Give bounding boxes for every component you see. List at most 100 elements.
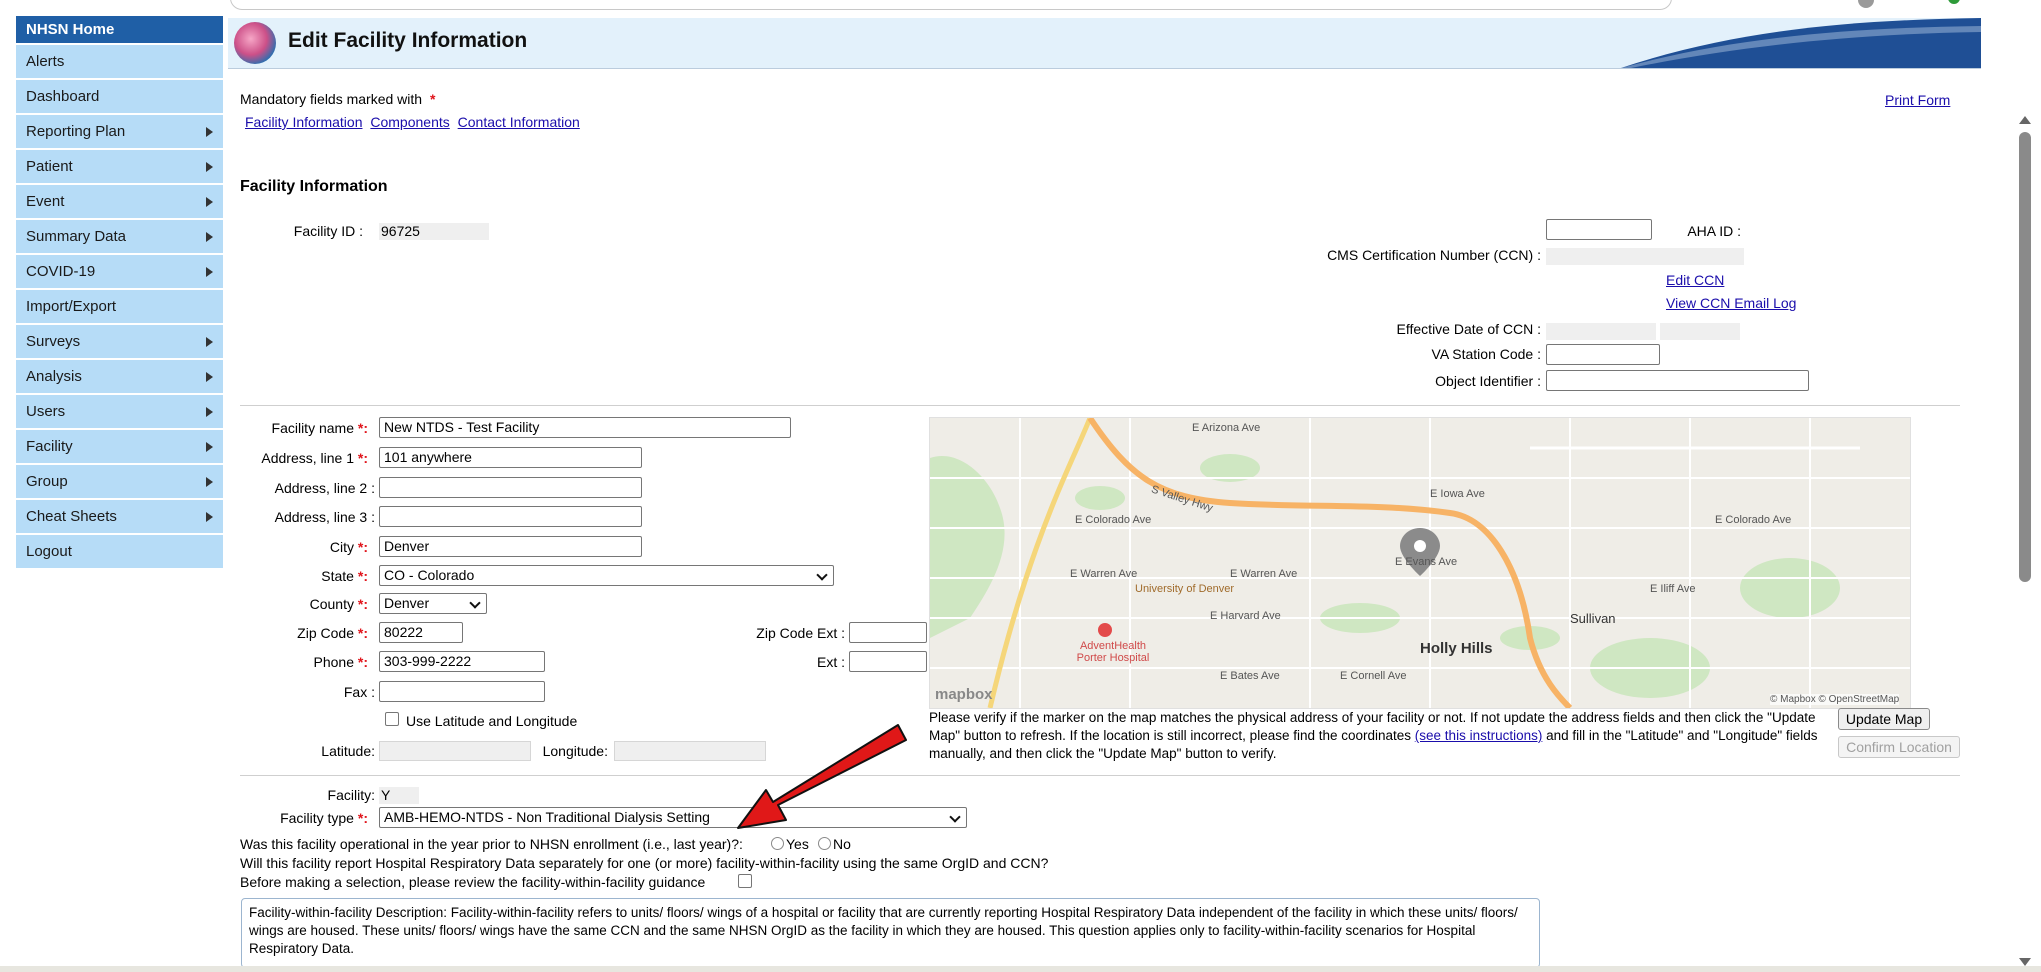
va-station-input[interactable]	[1546, 344, 1660, 365]
sidebar-item-alerts[interactable]: Alerts	[16, 45, 223, 78]
link-contact-information[interactable]: Contact Information	[458, 114, 580, 130]
map-label-sullivan: Sullivan	[1570, 611, 1616, 626]
sidebar-item-label: Patient	[26, 158, 73, 175]
ccn-value	[1546, 248, 1744, 265]
chevron-right-icon	[206, 512, 213, 522]
section-title: Facility Information	[240, 178, 388, 195]
facility-name-label: Facility name *:	[271, 420, 368, 436]
sidebar-item-surveys[interactable]: Surveys	[16, 325, 223, 358]
effective-date-value-1	[1546, 323, 1656, 340]
sidebar-item-label: Import/Export	[26, 298, 117, 315]
phone-label: Phone *:	[313, 654, 369, 670]
scroll-up-icon[interactable]	[2019, 116, 2031, 124]
va-station-label: VA Station Code :	[1431, 346, 1541, 362]
confirm-location-button[interactable]: Confirm Location	[1838, 736, 1960, 758]
sidebar-item-label: Cheat Sheets	[26, 508, 117, 525]
facility-id-label: Facility ID :	[293, 223, 363, 239]
object-identifier-input[interactable]	[1546, 370, 1809, 391]
link-components[interactable]: Components	[370, 114, 449, 130]
ccn-label: CMS Certification Number (CCN) :	[1327, 247, 1541, 263]
chevron-right-icon	[206, 372, 213, 382]
fax-input[interactable]	[379, 681, 545, 702]
sidebar-item-import-export[interactable]: Import/Export	[16, 290, 223, 323]
map-label-warren-ave-2: E Warren Ave	[1230, 568, 1298, 580]
page-scrollbar[interactable]	[2016, 110, 2034, 968]
chevron-right-icon	[206, 337, 213, 347]
profile-icon[interactable]	[1858, 0, 1874, 8]
update-map-button[interactable]: Update Map	[1838, 708, 1930, 730]
facility-value: Y	[379, 787, 419, 804]
zip-code-input[interactable]: 80222	[379, 622, 463, 643]
phone-ext-input[interactable]	[849, 651, 927, 672]
sidebar-item-reporting-plan[interactable]: Reporting Plan	[16, 115, 223, 148]
phone-input[interactable]: 303-999-2222	[379, 651, 545, 672]
view-ccn-email-log-link[interactable]: View CCN Email Log	[1666, 295, 1796, 311]
sidebar-item-facility[interactable]: Facility	[16, 430, 223, 463]
scrollbar-thumb[interactable]	[2019, 132, 2031, 582]
use-lat-long-checkbox[interactable]	[385, 712, 399, 726]
guidance-text: Before making a selection, please review…	[240, 874, 706, 890]
chevron-right-icon	[206, 267, 213, 277]
sidebar-item-label: Users	[26, 403, 66, 420]
sidebar-item-nhsn-home[interactable]: NHSN Home	[16, 16, 223, 43]
operational-question: Was this facility operational in the yea…	[240, 836, 743, 852]
zip-code-ext-input[interactable]	[849, 622, 927, 643]
sidebar-item-users[interactable]: Users	[16, 395, 223, 428]
fax-label: Fax :	[343, 684, 375, 700]
sidebar-item-summary-data[interactable]: Summary Data	[16, 220, 223, 253]
address-line1-input[interactable]: 101 anywhere	[379, 447, 642, 468]
address-line2-input[interactable]	[379, 477, 642, 498]
red-arrow-annotation	[737, 724, 907, 829]
latitude-input[interactable]	[379, 741, 531, 761]
map-label-arizona: E Arizona Ave	[1192, 422, 1261, 434]
see-instructions-link[interactable]: (see this instructions)	[1415, 728, 1543, 743]
sidebar-item-cheat-sheets[interactable]: Cheat Sheets	[16, 500, 223, 533]
sidebar-item-logout[interactable]: Logout	[16, 535, 223, 568]
link-facility-information[interactable]: Facility Information	[245, 114, 362, 130]
edit-ccn-link[interactable]: Edit CCN	[1666, 272, 1724, 288]
map-label-colorado-ave: E Colorado Ave	[1075, 514, 1152, 526]
map-label-adventhealth: AdventHealth Porter Hospital	[1076, 640, 1150, 664]
required-star: *	[429, 91, 436, 107]
effective-date-label: Effective Date of CCN :	[1396, 321, 1541, 337]
map-label-warren-ave: E Warren Ave	[1070, 568, 1138, 580]
extension-icon[interactable]	[1948, 0, 1960, 4]
city-label: City *:	[329, 539, 368, 555]
sidebar-item-group[interactable]: Group	[16, 465, 223, 498]
nhsn-logo-icon	[234, 22, 276, 64]
divider	[240, 405, 1960, 406]
mapbox-logo: mapbox	[935, 686, 993, 703]
scroll-down-icon[interactable]	[2019, 958, 2031, 966]
print-form-link[interactable]: Print Form	[1885, 92, 1950, 108]
sidebar-item-covid-19[interactable]: COVID-19	[16, 255, 223, 288]
sidebar-item-label: Event	[26, 193, 65, 210]
longitude-label: Longitude:	[542, 743, 608, 759]
sidebar-item-label: Facility	[26, 438, 73, 455]
sidebar-item-event[interactable]: Event	[16, 185, 223, 218]
sidebar-item-label: Group	[26, 473, 68, 490]
sidebar-item-label: Surveys	[26, 333, 81, 350]
sidebar-item-label: Summary Data	[26, 228, 127, 245]
location-map[interactable]: E Arizona Ave E Iowa Ave S Valley Hwy E …	[929, 417, 1911, 709]
sidebar-item-label: Dashboard	[26, 88, 100, 105]
chevron-right-icon	[206, 442, 213, 452]
facility-id-value: 96725	[379, 223, 489, 240]
address-bar[interactable]	[230, 0, 1672, 10]
sidebar-item-dashboard[interactable]: Dashboard	[16, 80, 223, 113]
divider-2	[240, 775, 1960, 776]
address-line1-label: Address, line 1 *:	[261, 450, 368, 466]
city-input[interactable]: Denver	[379, 536, 642, 557]
sidebar-item-label: NHSN Home	[26, 21, 115, 38]
facility-name-input[interactable]: New NTDS - Test Facility	[379, 417, 791, 438]
object-identifier-label: Object Identifier :	[1435, 373, 1541, 389]
sidebar-item-analysis[interactable]: Analysis	[16, 360, 223, 393]
map-label-university: University of Denver	[1135, 583, 1235, 595]
state-select[interactable]: CO - Colorado	[379, 565, 834, 586]
mandatory-note: Mandatory fields marked with *	[240, 91, 435, 107]
guidance-checkbox[interactable]	[738, 874, 752, 888]
address-line3-label: Address, line 3 :	[274, 509, 375, 525]
aha-id-input[interactable]	[1546, 219, 1652, 240]
sidebar-item-patient[interactable]: Patient	[16, 150, 223, 183]
address-line3-input[interactable]	[379, 506, 642, 527]
county-select[interactable]: Denver	[379, 593, 487, 614]
